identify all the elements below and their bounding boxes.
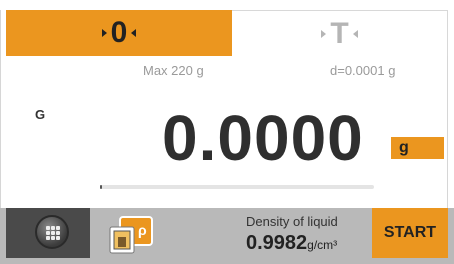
arrow-right-icon xyxy=(321,29,327,38)
tare-key-label: T xyxy=(330,16,349,50)
density-label: Density of liquid xyxy=(246,214,338,229)
density-value-group: 0.9982g/cm³ xyxy=(246,232,337,255)
tare-key[interactable]: T xyxy=(232,10,448,56)
readability-text: d=0.0001 g xyxy=(330,63,396,78)
capacity-bar xyxy=(100,185,374,189)
frame-right xyxy=(447,56,448,208)
arrow-left-icon xyxy=(352,29,358,38)
capacity-bar-fill xyxy=(100,185,102,189)
density-value: 0.9982 xyxy=(246,232,308,254)
arrow-right-icon xyxy=(101,29,107,37)
menu-button[interactable] xyxy=(35,215,69,249)
balance-screen: 0 T Max 220 g d=0.0001 g G 0.0000 g ρ De… xyxy=(0,0,454,264)
density-application-icon[interactable]: ρ xyxy=(108,215,156,255)
menu-grid-icon xyxy=(46,226,60,240)
max-capacity-text: Max 220 g xyxy=(143,63,204,78)
zero-key-label: 0 xyxy=(110,16,128,49)
svg-text:ρ: ρ xyxy=(138,222,147,238)
start-button[interactable]: START xyxy=(372,208,448,258)
zero-key[interactable]: 0 xyxy=(6,10,232,56)
density-unit: g/cm³ xyxy=(307,238,338,252)
unit-button[interactable]: g xyxy=(391,137,444,159)
arrow-left-icon xyxy=(131,29,137,37)
weight-display: 0.0000 xyxy=(162,102,364,174)
mode-indicator: G xyxy=(35,107,46,122)
menu-area xyxy=(6,208,90,258)
